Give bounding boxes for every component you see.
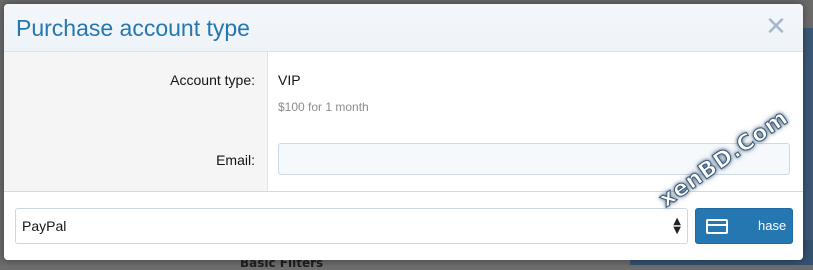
purchase-button[interactable]: hase — [695, 208, 793, 244]
payment-method-value: PayPal — [22, 218, 67, 234]
close-icon[interactable]: ✕ — [763, 12, 789, 42]
dialog-header: Purchase account type ✕ — [4, 4, 803, 52]
account-type-value: VIP — [278, 72, 301, 88]
email-label: Email: — [216, 152, 255, 168]
select-arrows-icon: ▲ ▼ — [673, 216, 681, 236]
payment-method-select[interactable]: PayPal ▲ ▼ — [15, 208, 688, 244]
account-type-label: Account type: — [170, 72, 255, 88]
credit-card-icon — [706, 219, 728, 234]
purchase-button-label: hase — [758, 218, 787, 233]
purchase-dialog: Purchase account type ✕ Account type: VI… — [4, 4, 803, 260]
dialog-title: Purchase account type — [16, 15, 250, 41]
account-type-price: $100 for 1 month — [278, 100, 369, 114]
background-panel-right — [803, 28, 813, 265]
